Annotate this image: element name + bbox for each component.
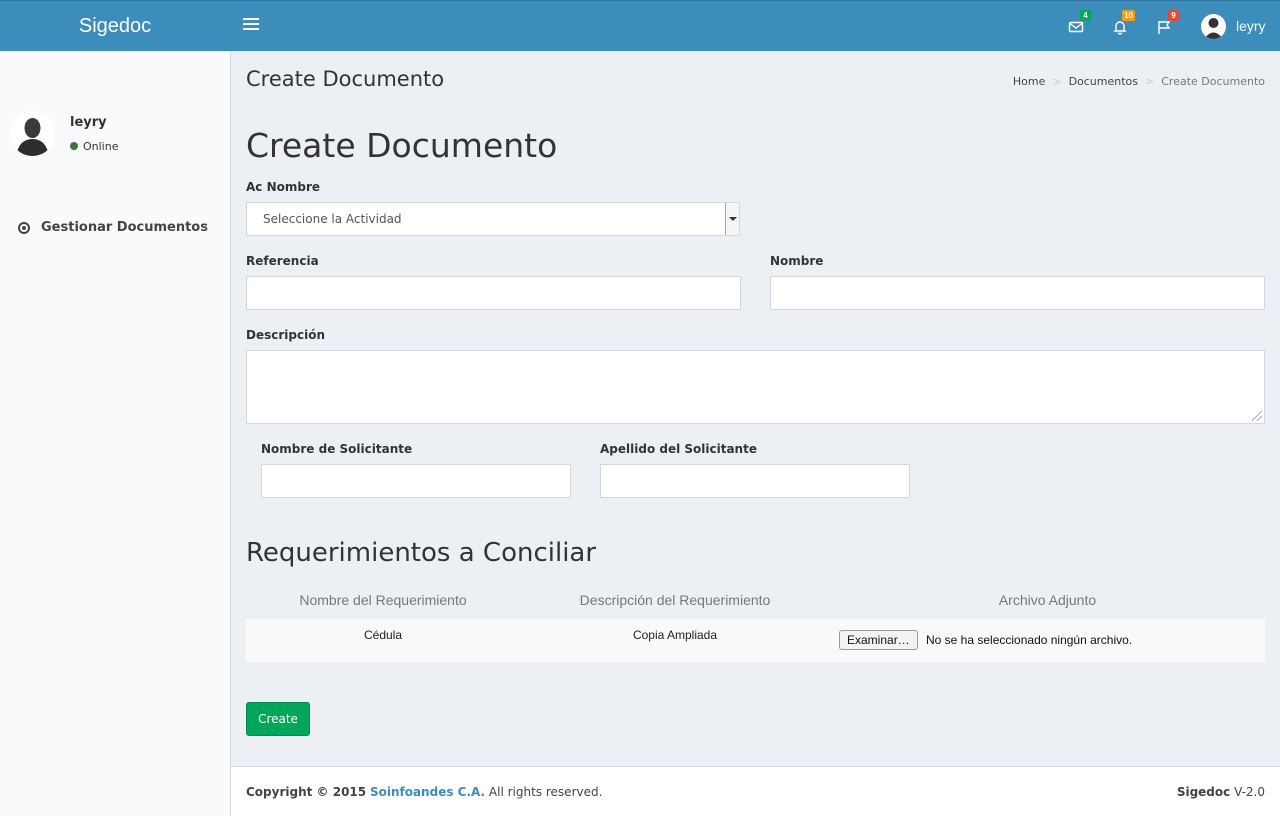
breadcrumb-separator: >	[1052, 75, 1062, 88]
notifications-count-badge: 10	[1122, 10, 1135, 21]
create-button[interactable]: Create	[246, 702, 310, 736]
page-title: Create Documento	[246, 67, 445, 91]
user-status-label: Online	[83, 140, 119, 153]
ac-nombre-selected-value: Seleccione la Actividad	[263, 212, 402, 226]
version-number: V-2.0	[1234, 785, 1265, 799]
copyright-prefix: Copyright © 2015	[246, 785, 367, 799]
copyright-text: Copyright © 2015 Soinfoandes C.A. All ri…	[246, 785, 602, 799]
nombre-solicitante-input[interactable]	[261, 464, 571, 498]
version-info: Sigedoc V-2.0	[1177, 785, 1265, 799]
messages-menu[interactable]: 4	[1065, 10, 1091, 38]
rights-text: All rights reserved.	[488, 785, 603, 799]
nombre-input[interactable]	[770, 276, 1265, 310]
nombre-solicitante-label: Nombre de Solicitante	[261, 442, 413, 456]
breadcrumb-separator: >	[1145, 75, 1155, 88]
column-header-nombre: Nombre del Requerimiento	[299, 592, 467, 608]
resize-handle-icon[interactable]	[1252, 411, 1262, 421]
envelope-icon	[1068, 21, 1084, 33]
messages-count-badge: 4	[1080, 10, 1091, 21]
bell-icon	[1113, 21, 1127, 35]
referencia-input[interactable]	[246, 276, 741, 310]
ac-nombre-label: Ac Nombre	[246, 180, 321, 194]
circle-dot-icon	[18, 222, 30, 234]
avatar	[1201, 14, 1226, 39]
file-status-text: No se ha seleccionado ningún archivo.	[926, 633, 1133, 647]
breadcrumb-documentos[interactable]: Documentos	[1069, 75, 1138, 88]
company-link[interactable]: Soinfoandes C.A.	[370, 785, 485, 799]
flag-icon	[1158, 21, 1171, 34]
column-header-descripcion: Descripción del Requerimiento	[579, 592, 771, 608]
file-browse-button[interactable]: Examinar…	[839, 630, 918, 650]
descripcion-label: Descripción	[246, 328, 325, 342]
requerimiento-nombre: Cédula	[363, 628, 403, 642]
product-name: Sigedoc	[1176, 785, 1231, 799]
sidebar-toggle-button[interactable]	[243, 18, 259, 34]
header-user-name: leyry	[1236, 18, 1266, 34]
chevron-down-icon	[725, 203, 739, 235]
referencia-label: Referencia	[246, 254, 319, 268]
form-heading: Create Documento	[246, 126, 558, 165]
table-row: Cédula Copia Ampliada Examinar… No se ha…	[246, 619, 1265, 662]
sidebar-item-label: Gestionar Documentos	[41, 220, 208, 235]
apellido-solicitante-label: Apellido del Solicitante	[600, 442, 757, 456]
sidebar-item-gestionar-documentos[interactable]: Gestionar Documentos ‹	[0, 215, 230, 241]
breadcrumb-home[interactable]: Home	[1013, 75, 1045, 88]
tasks-count-badge: 9	[1168, 10, 1179, 21]
breadcrumb-current: Create Documento	[1161, 75, 1265, 88]
footer: Copyright © 2015 Soinfoandes C.A. All ri…	[231, 766, 1280, 816]
hamburger-line	[243, 18, 259, 20]
requerimiento-descripcion: Copia Ampliada	[632, 628, 718, 642]
column-header-archivo: Archivo Adjunto	[998, 592, 1097, 608]
sidebar: leyry Online Gestionar Documentos ‹	[0, 51, 231, 816]
chevron-left-icon: ‹	[203, 219, 209, 235]
ac-nombre-select[interactable]: Seleccione la Actividad	[246, 202, 740, 236]
nombre-label: Nombre	[770, 254, 824, 268]
sidebar-user-name: leyry	[70, 115, 107, 130]
user-status: Online	[70, 140, 118, 153]
descripcion-textarea[interactable]	[246, 350, 1265, 424]
online-status-icon	[70, 142, 78, 150]
notifications-menu[interactable]: 10	[1109, 10, 1135, 38]
avatar	[10, 111, 55, 156]
requerimientos-heading: Requerimientos a Conciliar	[246, 538, 597, 568]
top-navbar: Sigedoc 4 10 9 leyry	[0, 0, 1280, 51]
app-logo[interactable]: Sigedoc	[0, 1, 230, 52]
apellido-solicitante-input[interactable]	[600, 464, 910, 498]
hamburger-line	[243, 28, 259, 30]
hamburger-line	[243, 23, 259, 25]
breadcrumb: Home > Documentos > Create Documento	[1013, 75, 1265, 88]
tasks-menu[interactable]: 9	[1153, 10, 1179, 38]
